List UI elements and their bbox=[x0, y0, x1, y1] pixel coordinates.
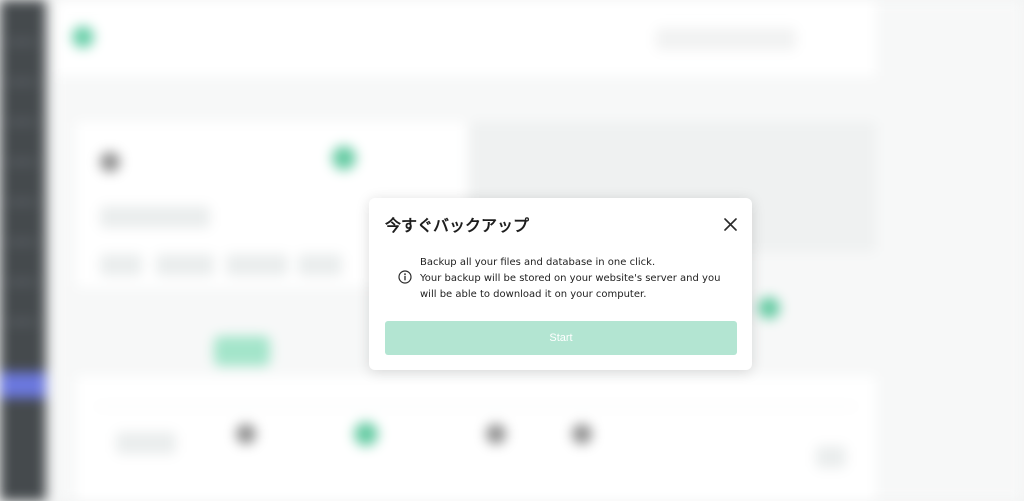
close-icon bbox=[723, 217, 737, 231]
start-button[interactable]: Start bbox=[385, 321, 737, 355]
modal-title: 今すぐバックアップ bbox=[385, 216, 530, 235]
description-line-1: Backup all your files and database in on… bbox=[420, 257, 656, 268]
info-icon bbox=[398, 270, 412, 284]
modal-description: Backup all your files and database in on… bbox=[420, 255, 735, 303]
backup-now-modal: 今すぐバックアップ Backup all your files and data… bbox=[369, 198, 752, 370]
description-line-2: Your backup will be stored on your websi… bbox=[420, 273, 721, 300]
close-button[interactable] bbox=[720, 214, 740, 234]
